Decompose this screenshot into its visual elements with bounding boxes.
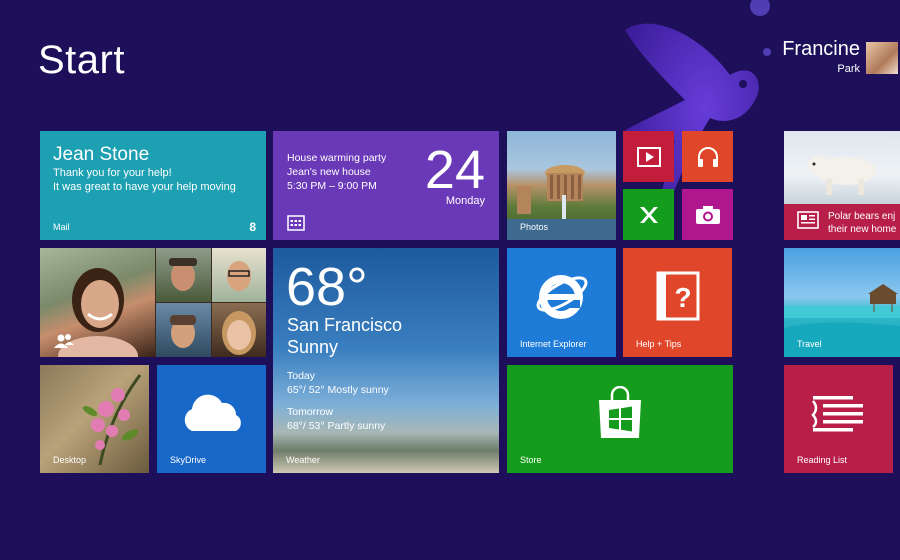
person-photo-4 (156, 303, 211, 357)
person-photo-5 (212, 303, 266, 357)
reading-list-tile[interactable]: Reading List (784, 365, 893, 473)
camera-icon (695, 205, 720, 224)
weather-label: Weather (286, 455, 320, 465)
news-tile[interactable]: Polar bears enj their new home (784, 131, 900, 240)
person-photo-3 (212, 248, 266, 302)
desktop-tile[interactable]: Desktop (40, 365, 149, 473)
weather-temperature: 68° (286, 257, 368, 317)
skydrive-label: SkyDrive (170, 455, 207, 465)
mail-line-1: Thank you for your help! (53, 167, 172, 179)
news-icon (797, 211, 819, 229)
travel-label: Travel (797, 339, 822, 349)
calendar-tile[interactable]: House warming party Jean's new house 5:3… (273, 131, 499, 240)
internet-explorer-label: Internet Explorer (520, 339, 587, 349)
person-photo-2 (156, 248, 211, 302)
event-title: House warming party (287, 152, 387, 164)
event-time: 5:30 PM – 9:00 PM (287, 180, 377, 192)
page-title: Start (38, 38, 125, 82)
tomorrow-forecast: 68°/ 53° Partly sunny (287, 420, 386, 432)
video-icon (636, 146, 661, 167)
help-book-icon: ? (656, 271, 699, 321)
store-bag-icon (599, 385, 641, 438)
desktop-label: Desktop (53, 455, 87, 465)
help-tips-tile[interactable]: ? Help + Tips (623, 248, 732, 357)
tomorrow-label: Tomorrow (287, 406, 334, 418)
svg-text:?: ? (674, 282, 691, 313)
video-tile[interactable] (623, 131, 674, 182)
mail-sender: Jean Stone (53, 144, 150, 165)
games-tile[interactable] (623, 189, 674, 240)
news-headline-2: their new home (828, 224, 897, 235)
internet-explorer-icon (536, 274, 587, 319)
reading-list-label: Reading List (797, 455, 848, 465)
weather-condition: Sunny (287, 337, 339, 357)
music-tile[interactable] (682, 131, 733, 182)
reading-list-icon (810, 395, 863, 432)
camera-tile[interactable] (682, 189, 733, 240)
headphones-icon (697, 146, 718, 167)
today-forecast: 65°/ 52° Mostly sunny (287, 384, 389, 396)
polar-bear-photo (784, 131, 900, 204)
internet-explorer-tile[interactable]: Internet Explorer (507, 248, 616, 357)
event-location: Jean's new house (287, 166, 371, 178)
weather-city: San Francisco (287, 315, 403, 335)
user-first-name: Francine (782, 38, 860, 60)
people-icon (54, 334, 74, 348)
calendar-weekday: Monday (445, 195, 485, 207)
news-headline-1: Polar bears enj (828, 211, 896, 222)
photos-tile[interactable]: Photos (507, 131, 616, 240)
cloud-icon (184, 394, 241, 431)
avatar[interactable] (866, 42, 898, 74)
calendar-day: 24 (424, 140, 485, 200)
travel-tile[interactable]: Travel (784, 248, 900, 357)
people-tile[interactable] (40, 248, 266, 357)
mail-count-badge: 8 (249, 220, 256, 234)
store-label: Store (520, 455, 542, 465)
user-last-name: Park (837, 63, 860, 75)
calendar-icon (287, 215, 305, 231)
mail-label: Mail (53, 222, 70, 232)
skydrive-tile[interactable]: SkyDrive (157, 365, 266, 473)
today-label: Today (287, 370, 316, 382)
weather-tile[interactable]: 68° San Francisco Sunny Today 65°/ 52° M… (273, 248, 499, 473)
store-tile[interactable]: Store (507, 365, 733, 473)
photos-label: Photos (520, 222, 549, 232)
mail-tile[interactable]: Jean Stone Thank you for your help! It w… (40, 131, 266, 240)
mail-line-2: It was great to have your help moving (53, 181, 236, 193)
xbox-icon (639, 206, 658, 223)
help-tips-label: Help + Tips (636, 339, 682, 349)
